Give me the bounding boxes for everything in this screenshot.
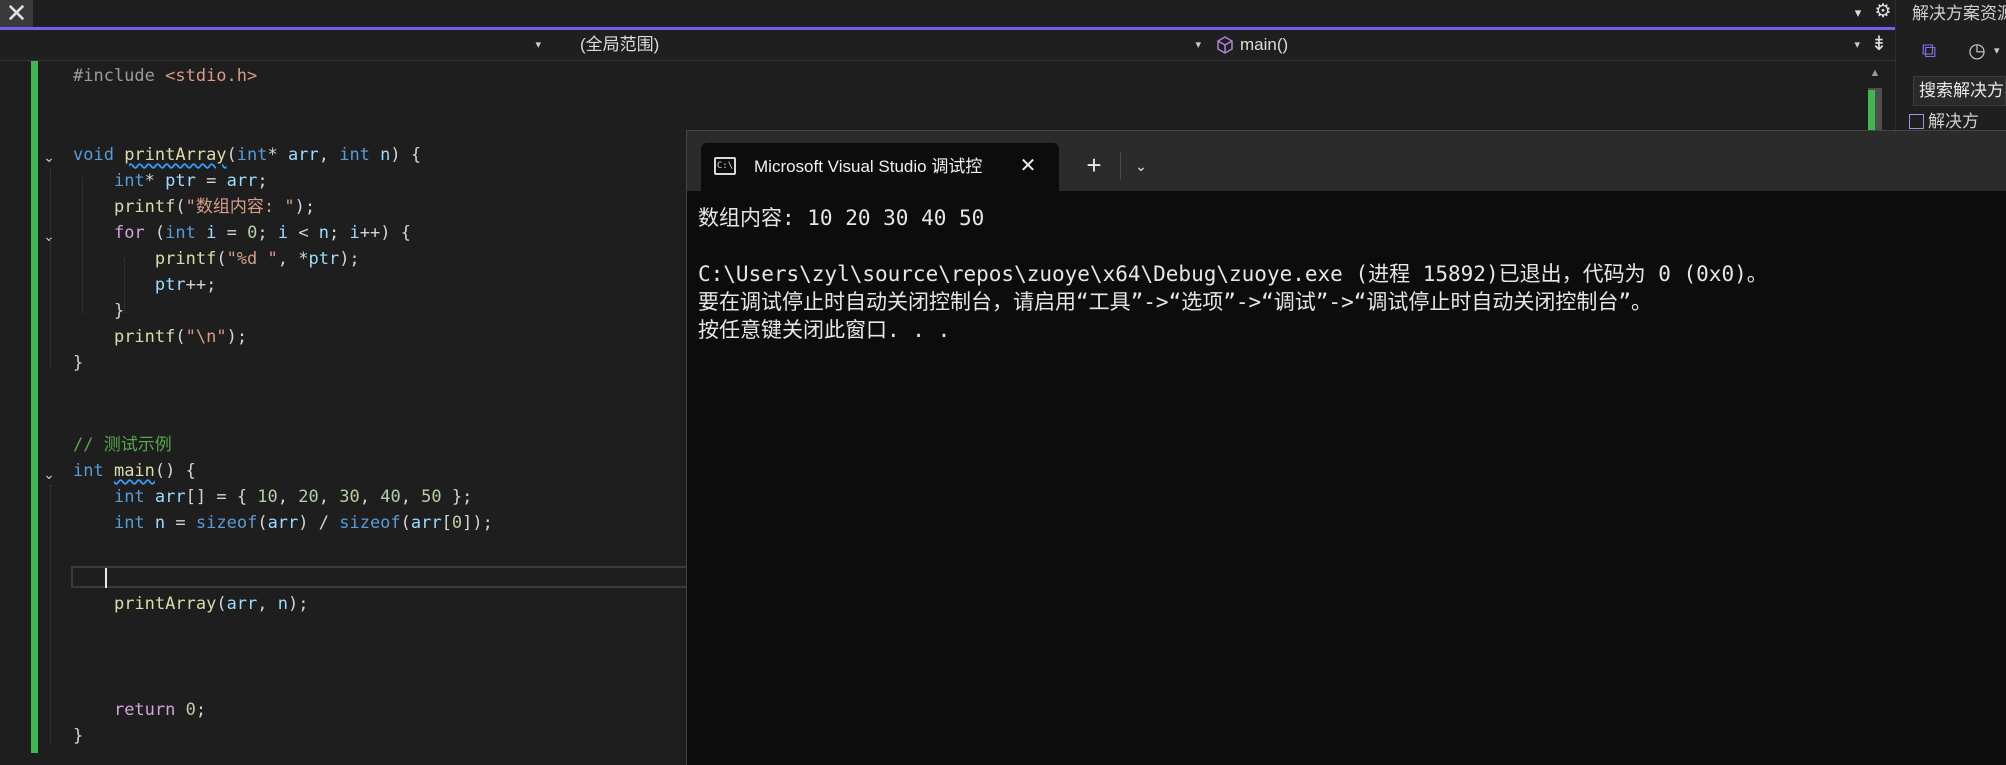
navigation-bar: ▾ (全局范围) ▾ main() ▾ bbox=[0, 30, 1895, 61]
code-line-7: for (int i = 0; i < n; i++) { bbox=[113, 223, 411, 243]
chevron-down-icon: ▾ bbox=[535, 39, 541, 51]
member-combo-value: main() bbox=[1240, 35, 1289, 54]
chevron-down-icon: ▾ bbox=[1854, 39, 1860, 51]
fold-guide bbox=[50, 168, 52, 370]
code-line-11: printf("\n"); bbox=[113, 327, 248, 347]
gear-icon[interactable]: ⚙ bbox=[1872, 0, 1894, 24]
chevron-down-icon[interactable]: ⌄ bbox=[1128, 152, 1154, 180]
close-icon: ✕ bbox=[5, 0, 28, 28]
chevron-down-icon[interactable]: ▾ bbox=[1994, 38, 2006, 64]
fold-toggle-icon[interactable]: ⌄ bbox=[40, 227, 58, 245]
new-tab-button[interactable]: + bbox=[1080, 150, 1108, 180]
project-combo[interactable]: ▾ bbox=[0, 34, 545, 56]
cube-icon bbox=[1217, 36, 1233, 54]
scope-combo-value: (全局范围) bbox=[580, 35, 660, 54]
fold-toggle-icon[interactable]: ⌄ bbox=[40, 148, 58, 166]
fold-toggle-icon[interactable]: ⌄ bbox=[40, 465, 58, 483]
code-line-21: printArray(arr, n); bbox=[113, 594, 309, 614]
code-line-6: printf("数组内容: "); bbox=[113, 197, 316, 217]
code-line-26: } bbox=[73, 726, 84, 746]
solution-icon bbox=[1909, 114, 1924, 129]
console-output-line: 要在调试停止时自动关闭控制台，请启用“工具”->“选项”->“调试”->“调试停… bbox=[698, 290, 1652, 314]
fold-gutter bbox=[38, 61, 68, 765]
chevron-down-icon: ▾ bbox=[1195, 39, 1201, 51]
code-line-5: int* ptr = arr; bbox=[113, 171, 268, 191]
close-icon[interactable]: ✕ bbox=[1016, 152, 1040, 180]
code-line-1: #include <stdio.h> bbox=[73, 66, 258, 86]
console-tab-title: Microsoft Visual Studio 调试控 bbox=[754, 157, 983, 176]
console-output-line: 按任意键关闭此窗口. . . bbox=[698, 318, 951, 342]
close-document-button[interactable]: ✕ bbox=[0, 0, 33, 27]
fold-guide bbox=[50, 485, 52, 743]
scrollbar-change-marker bbox=[1868, 90, 1875, 135]
document-tab-strip bbox=[0, 0, 1895, 30]
code-line-25: return 0; bbox=[113, 700, 207, 720]
code-line-4: void printArray(int* arr, int n) { bbox=[73, 145, 422, 165]
code-line-9: ptr++; bbox=[154, 275, 217, 295]
member-combo[interactable]: main() ▾ bbox=[1212, 34, 1864, 56]
code-line-18: int n = sizeof(arr) / sizeof(arr[0]); bbox=[113, 513, 493, 533]
titlebar-divider bbox=[1120, 152, 1121, 180]
code-line-8: printf("%d ", *ptr); bbox=[154, 249, 360, 269]
tab-list-dropdown-button[interactable]: ▾ bbox=[1848, 2, 1868, 24]
switch-views-icon[interactable]: ⧉ bbox=[1916, 38, 1942, 64]
code-line-15: // 测试示例 bbox=[73, 435, 172, 455]
change-tracking-bar bbox=[31, 61, 38, 753]
history-icon[interactable]: ◷ bbox=[1964, 38, 1990, 64]
split-window-icon[interactable]: ⇟ bbox=[1866, 32, 1892, 58]
code-line-17: int arr[] = { 10, 20, 30, 40, 50 }; bbox=[113, 487, 473, 507]
text-caret bbox=[105, 568, 107, 588]
solution-explorer-title: 解决方案资源 bbox=[1912, 4, 2006, 23]
code-line-16: int main() { bbox=[73, 461, 196, 481]
code-line-10: } bbox=[73, 301, 125, 321]
scope-combo[interactable]: (全局范围) ▾ bbox=[552, 34, 1205, 56]
solution-search-input[interactable]: 搜索解决方案 bbox=[1913, 76, 2006, 106]
current-line-highlight bbox=[71, 566, 691, 588]
solution-tree-item-label: 解决方 bbox=[1928, 112, 1979, 131]
scroll-up-arrow-icon[interactable]: ▲ bbox=[1868, 68, 1882, 79]
console-output-line: C:\Users\zyl\source\repos\zuoye\x64\Debu… bbox=[698, 262, 1768, 286]
code-line-12: } bbox=[73, 353, 84, 373]
console-output-line: 数组内容: 10 20 30 40 50 bbox=[698, 206, 985, 230]
terminal-icon: C:\ bbox=[714, 157, 736, 175]
